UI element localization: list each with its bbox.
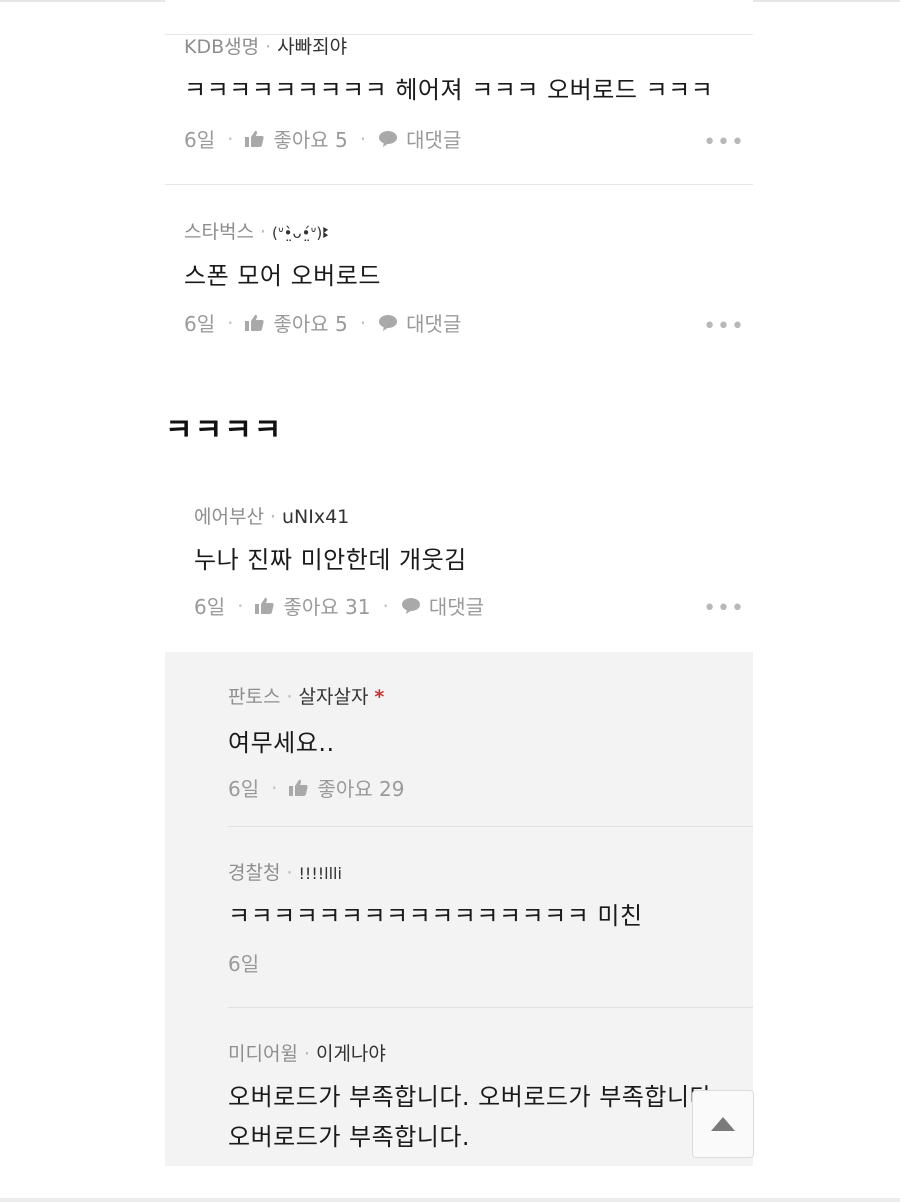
author-affiliation[interactable]: 미디어윌 (228, 1043, 298, 1065)
meta-separator: · (227, 126, 234, 151)
author-affiliation[interactable]: KDB생명 (184, 36, 259, 58)
meta-separator: · (359, 310, 367, 335)
speech-bubble-icon[interactable] (378, 314, 398, 332)
author-nickname[interactable]: 살자살자 (299, 686, 369, 708)
speech-bubble-icon[interactable] (401, 597, 421, 615)
divider (228, 826, 753, 827)
comment-meta: 에어부산 · uNIx41 (194, 502, 349, 529)
like-button[interactable]: 좋아요 29 (317, 773, 404, 802)
comment-time: 6일 (194, 595, 226, 619)
author-nickname[interactable]: 사빠죄야 (277, 36, 347, 58)
comment-text: 스폰 모어 오버로드 (184, 262, 381, 290)
like-button[interactable]: 좋아요 31 (283, 591, 370, 620)
reply-actions: 6일 (228, 948, 259, 977)
reply-meta: 미디어윌 · 이게나야 (228, 1039, 386, 1066)
meta-separator: · (259, 221, 266, 243)
reply-button[interactable]: 대댓글 (406, 124, 461, 153)
meta-separator: · (271, 775, 278, 800)
bottom-edge (0, 1198, 900, 1202)
more-options-button[interactable]: ••• (703, 314, 745, 339)
speech-bubble-icon[interactable] (378, 130, 398, 148)
meta-separator: · (359, 126, 367, 151)
meta-separator: · (286, 686, 293, 708)
author-affiliation[interactable]: 스타벅스 (184, 221, 254, 243)
reply-meta: 경찰청 · !!!!llli (228, 858, 342, 885)
post-caption: ㅋㅋㅋㅋ (165, 413, 284, 448)
comment-block-top: KDB생명 · 사빠죄야 ㅋㅋㅋㅋㅋㅋㅋㅋㅋ 헤어져 ㅋㅋㅋ 오버로드 ㅋㅋㅋ 6일… (165, 0, 753, 360)
author-nickname[interactable]: !!!!llli (299, 864, 342, 883)
comment-time: 6일 (184, 128, 216, 152)
author-affiliation[interactable]: 판토스 (228, 686, 280, 708)
author-affiliation[interactable]: 경찰청 (228, 862, 280, 884)
meta-separator: · (227, 310, 234, 335)
meta-separator: · (237, 593, 244, 618)
thumbs-up-icon[interactable] (289, 779, 309, 797)
comment-text: 누나 진짜 미안한데 개웃김 (194, 546, 467, 574)
comment-actions: 6일 · 좋아요 5 · 대댓글 (184, 308, 461, 337)
meta-separator: · (303, 1043, 310, 1065)
thumbs-up-icon[interactable] (255, 597, 275, 615)
reply-button[interactable]: 대댓글 (406, 308, 461, 337)
comment-actions: 6일 · 좋아요 31 · 대댓글 (194, 591, 484, 620)
reply-button[interactable]: 대댓글 (429, 591, 484, 620)
reply-time: 6일 (228, 952, 260, 976)
like-button[interactable]: 좋아요 5 (273, 308, 347, 337)
reply-thread: 판토스 · 살자살자 * 여무세요.. 6일 · 좋아요 29 경찰청 · !!!!lll… (165, 652, 753, 1166)
reply-meta: 판토스 · 살자살자 * (228, 682, 384, 709)
comment-meta: 스타벅스 · (ᐡ•̤̀ᴗ•̤́ᐡ)ꔪ (184, 217, 329, 244)
comment-actions: 6일 · 좋아요 5 · 대댓글 (184, 124, 461, 153)
page: KDB생명 · 사빠죄야 ㅋㅋㅋㅋㅋㅋㅋㅋㅋ 헤어져 ㅋㅋㅋ 오버로드 ㅋㅋㅋ 6일… (0, 0, 900, 1202)
reply-time: 6일 (228, 777, 260, 801)
triangle-up-icon (711, 1117, 735, 1131)
thumbs-up-icon[interactable] (245, 130, 265, 148)
reply-text-line: 오버로드가 부족합니다. (228, 1123, 471, 1151)
scroll-to-top-button[interactable] (692, 1090, 754, 1158)
more-options-button[interactable]: ••• (703, 596, 745, 621)
meta-separator: · (382, 593, 389, 618)
reply-text: 여무세요.. (228, 729, 335, 757)
reply-text: ㅋㅋㅋㅋㅋㅋㅋㅋㅋㅋㅋㅋㅋㅋㅋㅋ 미친 (228, 902, 643, 930)
comment-time: 6일 (184, 312, 216, 336)
comment-text: ㅋㅋㅋㅋㅋㅋㅋㅋㅋ 헤어져 ㅋㅋㅋ 오버로드 ㅋㅋㅋ (184, 76, 714, 104)
thumbs-up-icon[interactable] (245, 314, 265, 332)
meta-separator: · (286, 862, 293, 884)
meta-separator: · (265, 36, 272, 58)
reply-actions: 6일 · 좋아요 29 (228, 773, 405, 802)
author-affiliation[interactable]: 에어부산 (194, 506, 264, 528)
comment-block-bottom: 에어부산 · uNIx41 누나 진짜 미안한데 개웃김 6일 · 좋아요 31 ·… (165, 478, 753, 1166)
comment-meta: KDB생명 · 사빠죄야 (184, 32, 347, 59)
author-nickname[interactable]: 이게나야 (316, 1043, 386, 1065)
reply-text-line: 오버로드가 부족합니다. 오버로드가 부족합니다. (228, 1083, 721, 1111)
meta-separator: · (269, 506, 276, 528)
author-nickname[interactable]: (ᐡ•̤̀ᴗ•̤́ᐡ)ꔪ (272, 224, 329, 242)
like-button[interactable]: 좋아요 5 (273, 124, 347, 153)
author-nickname[interactable]: uNIx41 (282, 506, 349, 528)
divider (228, 1007, 753, 1008)
divider (165, 184, 753, 185)
more-options-button[interactable]: ••• (703, 130, 745, 155)
author-mark: * (374, 686, 385, 708)
